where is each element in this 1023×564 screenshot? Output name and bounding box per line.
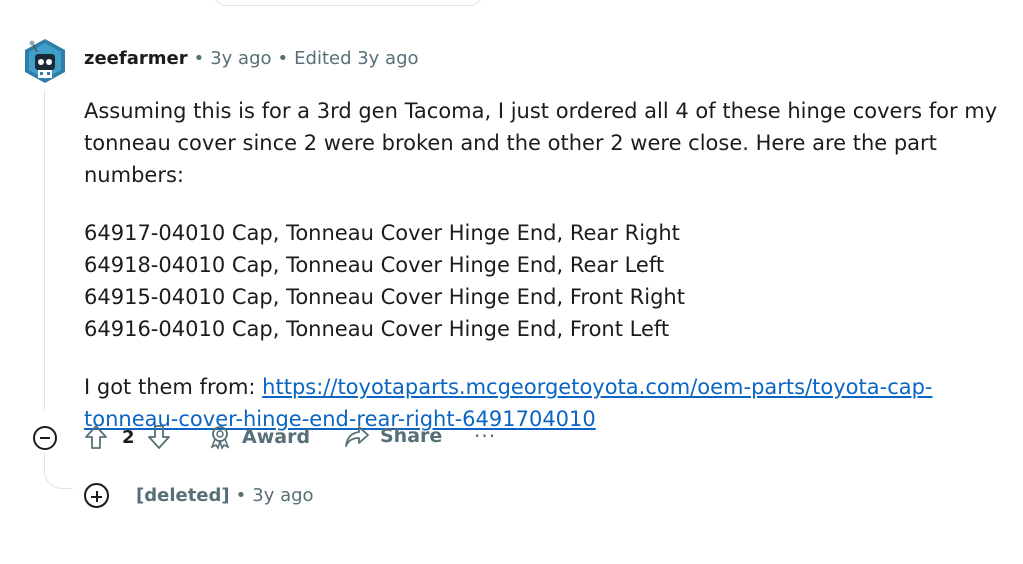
award-label: Award (242, 426, 311, 448)
upvote-icon[interactable] (84, 424, 108, 450)
thread-line (44, 90, 45, 410)
downvote-icon[interactable] (147, 424, 171, 450)
comment-age[interactable]: 3y ago (210, 48, 271, 69)
comment-body: Assuming this is for a 3rd gen Tacoma, I… (84, 95, 1004, 435)
reply-age[interactable]: 3y ago (252, 485, 313, 506)
part-line: 64916-04010 Cap, Tonneau Cover Hinge End… (84, 317, 670, 341)
part-line: 64915-04010 Cap, Tonneau Cover Hinge End… (84, 285, 685, 309)
separator-dot: • (277, 48, 289, 69)
collapse-thread-button[interactable] (33, 426, 57, 450)
share-label: Share (380, 425, 443, 447)
edited-label: Edited 3y ago (294, 48, 419, 69)
award-button[interactable]: Award (208, 424, 310, 450)
separator-dot: • (193, 48, 205, 69)
expand-reply-button[interactable] (84, 483, 109, 508)
search-bar-remnant (212, 0, 484, 6)
share-icon (345, 426, 369, 447)
reply-author: [deleted] (136, 485, 230, 506)
part-line: 64917-04010 Cap, Tonneau Cover Hinge End… (84, 221, 680, 245)
user-avatar-icon[interactable] (21, 37, 69, 85)
thread-branch-line (44, 452, 73, 489)
plus-icon-stem (95, 491, 98, 502)
share-button[interactable]: Share (344, 424, 442, 448)
minus-icon (40, 437, 50, 439)
vote-controls: 2 (84, 424, 171, 450)
part-line: 64918-04010 Cap, Tonneau Cover Hinge End… (84, 253, 665, 277)
link-prefix: I got them from: (84, 375, 263, 399)
award-icon (210, 426, 230, 450)
separator-dot: • (235, 485, 247, 506)
comment-paragraph: Assuming this is for a 3rd gen Tacoma, I… (84, 99, 998, 187)
comment-meta: zeefarmer • 3y ago • Edited 3y ago (84, 48, 419, 69)
reply-meta: [deleted] • 3y ago (136, 485, 314, 506)
vote-count: 2 (122, 426, 135, 448)
more-options-button[interactable]: ··· (474, 424, 496, 448)
part-list: 64917-04010 Cap, Tonneau Cover Hinge End… (84, 217, 1004, 345)
comment-author[interactable]: zeefarmer (84, 48, 188, 69)
